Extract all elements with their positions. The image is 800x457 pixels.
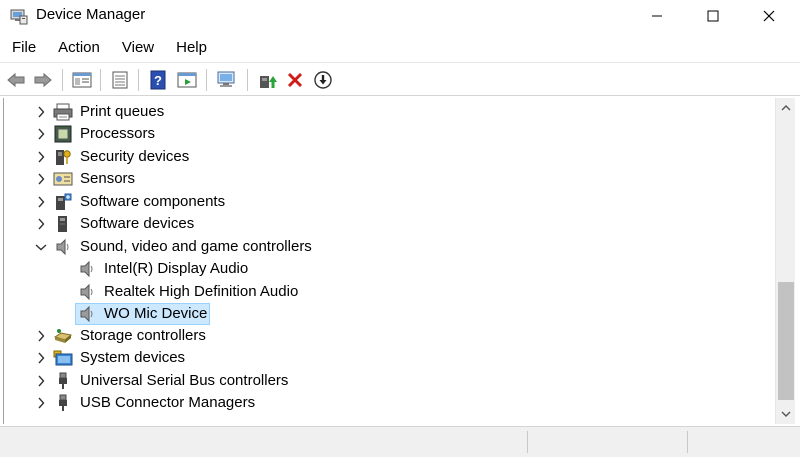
printer-icon [53, 103, 73, 121]
scan-hardware-button[interactable] [216, 69, 238, 91]
system-device-icon [53, 349, 73, 367]
tree-item-print-queues[interactable]: Print queues [80, 101, 164, 123]
tree-item-software-components[interactable]: Software components [80, 191, 225, 213]
expand-chevron-icon[interactable] [34, 329, 48, 343]
sensor-icon [53, 170, 73, 188]
scroll-up-button[interactable] [776, 98, 796, 118]
run-button[interactable] [176, 69, 198, 91]
status-bar [0, 426, 800, 457]
device-manager-icon [10, 7, 28, 25]
toolbar-separator [62, 69, 63, 91]
toolbar: ? [0, 62, 800, 96]
expand-chevron-icon[interactable] [34, 150, 48, 164]
list-view-button[interactable] [109, 69, 131, 91]
expand-chevron-icon[interactable] [34, 217, 48, 231]
menu-view[interactable]: View [110, 36, 164, 60]
tree-item-sensors[interactable]: Sensors [80, 168, 135, 190]
tree-item-usb-controllers[interactable]: Universal Serial Bus controllers [80, 370, 288, 392]
properties-pane-icon [72, 72, 92, 88]
title-bar: Device Manager [0, 0, 800, 32]
tree-item-intel-display-audio[interactable]: Intel(R) Display Audio [104, 258, 248, 280]
expand-chevron-icon[interactable] [34, 195, 48, 209]
tree-item-software-devices[interactable]: Software devices [80, 213, 194, 235]
menu-action[interactable]: Action [46, 36, 110, 60]
chevron-up-icon [781, 105, 791, 111]
vertical-scrollbar[interactable] [775, 98, 795, 424]
properties-pane-button[interactable] [71, 69, 93, 91]
disable-device-icon [314, 71, 332, 89]
software-component-icon [53, 193, 73, 211]
help-icon: ? [150, 70, 166, 90]
scroll-down-button[interactable] [776, 404, 796, 424]
back-button[interactable] [5, 69, 27, 91]
status-segment [687, 431, 800, 453]
menu-bar: File Action View Help [0, 36, 800, 60]
expand-chevron-icon[interactable] [34, 374, 48, 388]
speaker-icon [77, 283, 97, 301]
maximize-button[interactable] [690, 0, 736, 32]
collapse-chevron-icon[interactable] [34, 240, 48, 254]
update-driver-icon [260, 76, 277, 88]
forward-button[interactable] [32, 69, 54, 91]
toolbar-separator [138, 69, 139, 91]
back-icon [7, 72, 25, 88]
speaker-icon [77, 260, 97, 278]
speaker-icon [53, 238, 73, 256]
list-view-icon [112, 71, 128, 89]
expand-chevron-icon[interactable] [34, 351, 48, 365]
tree-item-usb-connector-managers[interactable]: USB Connector Managers [80, 392, 255, 414]
security-key-icon [53, 148, 73, 166]
status-segment [527, 431, 687, 453]
tree-item-storage-controllers[interactable]: Storage controllers [80, 325, 206, 347]
toolbar-separator [100, 69, 101, 91]
run-icon [177, 72, 197, 88]
usb-icon [53, 394, 73, 412]
expand-chevron-icon[interactable] [34, 105, 48, 119]
processor-icon [53, 125, 73, 143]
uninstall-device-button[interactable] [284, 69, 306, 91]
toolbar-separator [206, 69, 207, 91]
scan-hardware-icon [217, 71, 235, 87]
help-button[interactable]: ? [147, 69, 169, 91]
speaker-icon [77, 305, 97, 323]
usb-icon [53, 372, 73, 390]
tree-item-realtek-hd-audio[interactable]: Realtek High Definition Audio [104, 281, 298, 303]
scroll-thumb[interactable] [778, 282, 794, 400]
storage-controller-icon [53, 327, 73, 345]
device-tree[interactable]: Print queues Processors Security devices… [3, 98, 775, 424]
expand-chevron-icon[interactable] [34, 396, 48, 410]
tree-item-system-devices[interactable]: System devices [80, 347, 185, 369]
tree-item-sound-video-game-controllers[interactable]: Sound, video and game controllers [80, 236, 312, 258]
menu-help[interactable]: Help [164, 36, 217, 60]
uninstall-device-icon [287, 72, 303, 88]
window-title: Device Manager [36, 6, 146, 23]
expand-chevron-icon[interactable] [34, 172, 48, 186]
software-device-icon [53, 215, 73, 233]
disable-device-button[interactable] [312, 69, 334, 91]
tree-item-security-devices[interactable]: Security devices [80, 146, 189, 168]
forward-icon [34, 72, 52, 88]
expand-chevron-icon[interactable] [34, 127, 48, 141]
update-driver-button[interactable] [256, 69, 278, 91]
close-button[interactable] [746, 0, 792, 32]
tree-item-processors[interactable]: Processors [80, 123, 155, 145]
minimize-icon [652, 15, 662, 17]
svg-text:?: ? [154, 73, 162, 88]
minimize-button[interactable] [634, 0, 680, 32]
maximize-icon [707, 10, 719, 22]
close-icon [763, 10, 775, 22]
menu-file[interactable]: File [0, 36, 46, 60]
toolbar-separator [247, 69, 248, 91]
tree-item-wo-mic-device[interactable]: WO Mic Device [104, 303, 207, 325]
chevron-down-icon [781, 411, 791, 417]
